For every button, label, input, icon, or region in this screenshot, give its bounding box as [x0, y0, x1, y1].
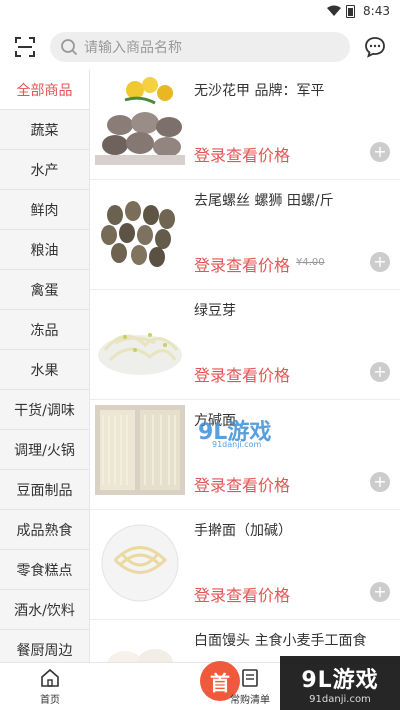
- original-price: ¥4.00: [296, 257, 325, 268]
- add-to-cart-button[interactable]: +: [370, 472, 390, 492]
- noodle-product-image: [95, 405, 185, 495]
- add-to-cart-button[interactable]: +: [370, 582, 390, 602]
- category-poultry-eggs[interactable]: 禽蛋: [0, 270, 89, 310]
- bean-sprout-product-image: [95, 295, 185, 385]
- category-vegetables[interactable]: 蔬菜: [0, 110, 89, 150]
- wifi-icon: [327, 5, 342, 16]
- clam-product-image: [95, 75, 185, 165]
- category-frozen[interactable]: 冻品: [0, 310, 89, 350]
- chat-bubble-icon: [365, 37, 385, 58]
- status-time: 8:43: [363, 4, 390, 18]
- login-price-link[interactable]: 登录查看价格: [194, 252, 290, 276]
- tab-home[interactable]: 首页: [0, 663, 100, 710]
- category-dry-goods[interactable]: 干货/调味: [0, 390, 89, 430]
- steamed-bun-product-image: [95, 625, 185, 662]
- category-drinks[interactable]: 酒水/饮料: [0, 590, 89, 630]
- category-snacks[interactable]: 零食糕点: [0, 550, 89, 590]
- watermark-url: 91danji.com: [309, 693, 371, 705]
- search-icon: [61, 39, 78, 56]
- login-price-link[interactable]: 登录查看价格: [194, 362, 290, 386]
- watermark-badge: 9L游戏 91danji.com: [280, 656, 400, 710]
- category-hotpot[interactable]: 调理/火锅: [0, 430, 89, 470]
- product-item[interactable]: 绿豆芽 登录查看价格 +: [90, 290, 400, 400]
- product-name: 白面馒头 主食小麦手工面食: [194, 633, 367, 649]
- plus-icon: +: [373, 362, 387, 381]
- scan-button[interactable]: [0, 26, 50, 68]
- watermark-text: 9L游戏: [301, 667, 379, 693]
- add-to-cart-button[interactable]: +: [370, 362, 390, 382]
- plus-icon: +: [373, 142, 387, 161]
- category-seafood[interactable]: 水产: [0, 150, 89, 190]
- status-bar: 8:43: [0, 0, 400, 22]
- search-placeholder: 请输入商品名称: [84, 40, 182, 56]
- list-icon: [242, 669, 258, 687]
- tab-home-label: 首页: [40, 695, 60, 706]
- category-sidebar: 全部商品 蔬菜 水产 鲜肉 粮油 禽蛋 冻品 水果 干货/调味 调理/火锅 豆面…: [0, 70, 90, 662]
- plus-icon: +: [373, 252, 387, 271]
- category-fruit[interactable]: 水果: [0, 350, 89, 390]
- product-name: 手擀面（加碱）: [194, 523, 292, 539]
- product-item[interactable]: 手擀面（加碱） 登录查看价格 +: [90, 510, 400, 620]
- product-name: 去尾螺丝 螺狮 田螺/斤: [194, 193, 334, 209]
- tab-center[interactable]: 首: [100, 661, 240, 710]
- search-input[interactable]: 请输入商品名称: [50, 32, 350, 62]
- category-fresh-meat[interactable]: 鲜肉: [0, 190, 89, 230]
- hand-noodle-product-image: [95, 515, 185, 605]
- login-price-link[interactable]: 登录查看价格: [194, 472, 290, 496]
- plus-icon: +: [373, 582, 387, 601]
- home-icon: [41, 668, 59, 687]
- category-bean-noodle[interactable]: 豆面制品: [0, 470, 89, 510]
- product-item[interactable]: 无沙花甲 品牌：军平 登录查看价格 +: [90, 70, 400, 180]
- category-all[interactable]: 全部商品: [0, 70, 89, 110]
- scan-icon: [15, 37, 35, 57]
- category-grain-oil[interactable]: 粮油: [0, 230, 89, 270]
- message-button[interactable]: [350, 26, 400, 68]
- product-item[interactable]: 去尾螺丝 螺狮 田螺/斤 登录查看价格 ¥4.00 +: [90, 180, 400, 290]
- add-to-cart-button[interactable]: +: [370, 252, 390, 272]
- top-header: 请输入商品名称: [0, 26, 400, 68]
- battery-icon: [346, 4, 356, 18]
- tab-orders-label: 常购清单: [230, 695, 270, 706]
- product-name: 绿豆芽: [194, 303, 236, 319]
- add-to-cart-button[interactable]: +: [370, 142, 390, 162]
- category-kitchen[interactable]: 餐厨周边: [0, 630, 89, 662]
- product-list: 无沙花甲 品牌：军平 登录查看价格 + 去尾螺丝 螺狮 田螺/斤 登录查看价格 …: [90, 70, 400, 662]
- login-price-link[interactable]: 登录查看价格: [194, 582, 290, 606]
- category-cooked-food[interactable]: 成品熟食: [0, 510, 89, 550]
- product-name: 无沙花甲 品牌：军平: [194, 83, 325, 99]
- login-price-link[interactable]: 登录查看价格: [194, 142, 290, 166]
- watermark-overlay-url: 91danji.com: [212, 440, 262, 449]
- plus-icon: +: [373, 472, 387, 491]
- snail-product-image: [95, 185, 185, 275]
